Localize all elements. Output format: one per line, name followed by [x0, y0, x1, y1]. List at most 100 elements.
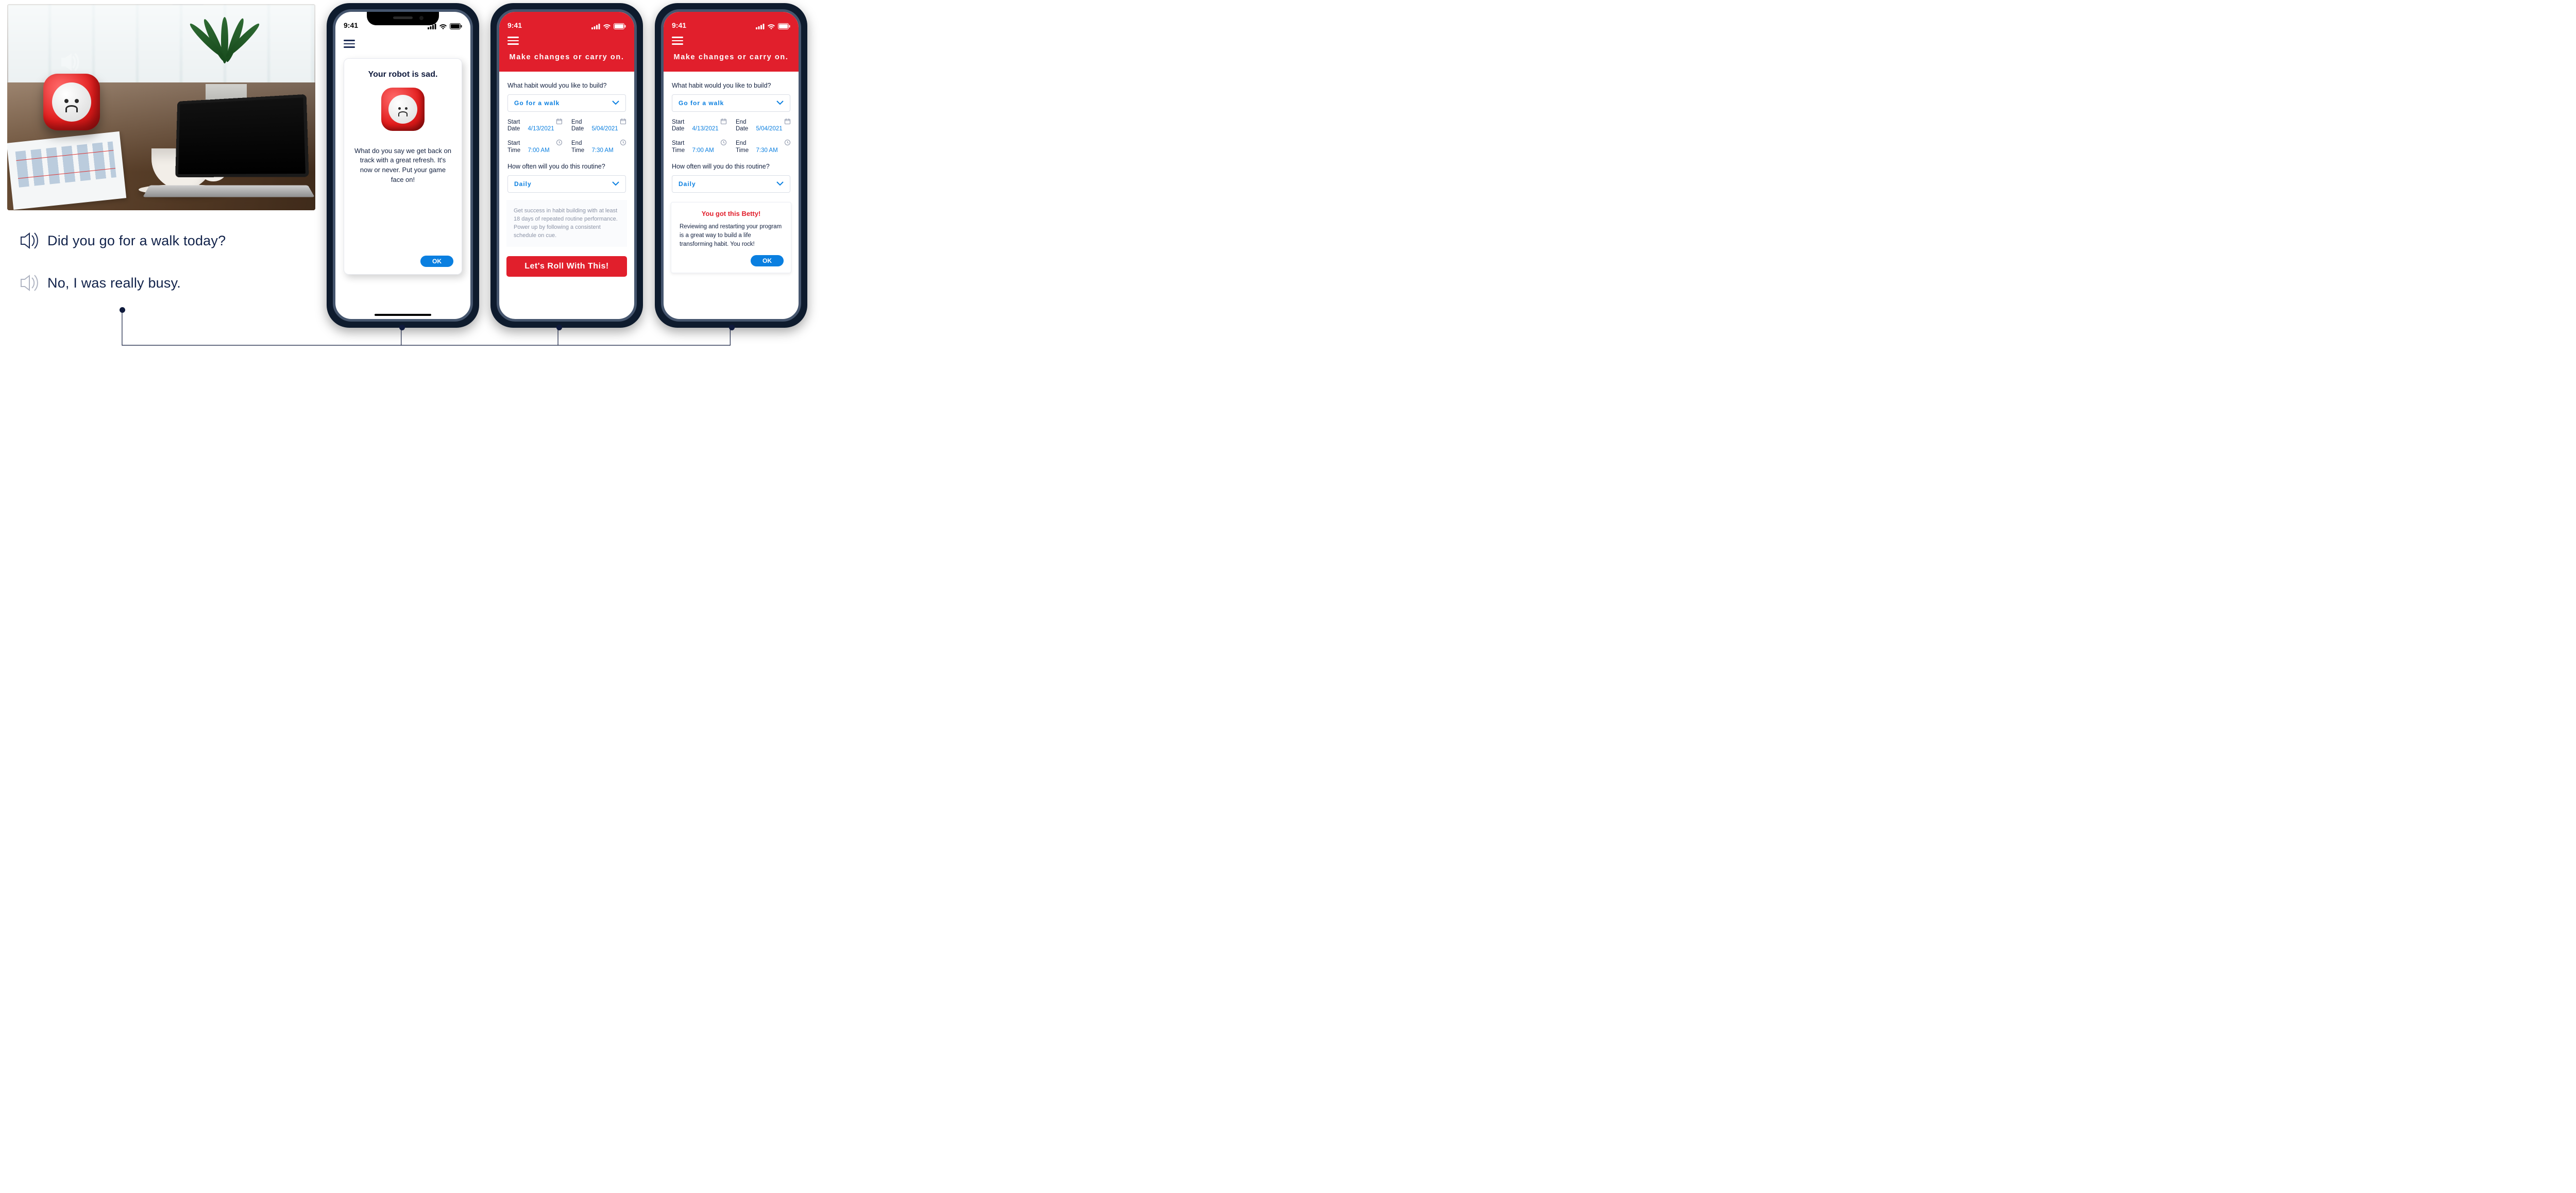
habit-value: Go for a walk — [679, 99, 724, 107]
calendar-icon — [721, 119, 726, 126]
start-date-label: Start Date — [672, 119, 689, 133]
speaker-icon — [55, 48, 83, 76]
start-date-value: 4/13/2021 — [692, 126, 718, 132]
home-indicator[interactable] — [375, 314, 431, 316]
battery-icon — [450, 23, 462, 29]
start-time-field[interactable]: Start Time 7:00 AM — [672, 140, 726, 155]
end-date-value: 5/04/2021 — [591, 126, 618, 132]
frequency-value: Daily — [514, 180, 532, 188]
question-frequency: How often will you do this routine? — [507, 163, 626, 170]
menu-button[interactable] — [672, 29, 686, 50]
status-time: 9:41 — [507, 21, 522, 29]
phone-mockup-3: 9:41 Make changes or carry on. What habi… — [655, 3, 807, 328]
start-date-label: Start Date — [507, 119, 525, 133]
frequency-select[interactable]: Daily — [672, 175, 790, 193]
clock-icon — [556, 140, 562, 147]
hint-text: Get success in habit building with at le… — [506, 200, 627, 247]
calendar-icon — [785, 119, 790, 126]
toast-title: You got this Betty! — [680, 210, 783, 217]
sad-robot-card: Your robot is sad. What do you say we ge… — [344, 58, 462, 275]
status-icons — [591, 23, 626, 29]
start-time-label: Start Time — [507, 140, 525, 155]
end-time-value: 7:30 AM — [756, 147, 777, 154]
end-time-value: 7:30 AM — [591, 147, 613, 154]
status-bar: 9:41 — [335, 12, 470, 29]
calendar-icon — [556, 119, 562, 126]
convo-line-robot: Did you go for a walk today? — [12, 228, 315, 253]
frequency-select[interactable]: Daily — [507, 175, 626, 193]
start-date-field[interactable]: Start Date 4/13/2021 — [672, 119, 726, 133]
battery-icon — [614, 23, 626, 29]
frequency-value: Daily — [679, 180, 696, 188]
speaker-icon — [12, 228, 47, 253]
status-bar: 9:41 — [499, 12, 634, 29]
toast-body: Reviewing and restarting your program is… — [680, 223, 783, 249]
speaker-icon — [12, 271, 47, 295]
phone-mockup-2: 9:41 Make changes or carry on. What habi… — [490, 3, 643, 328]
end-date-field[interactable]: End Date 5/04/2021 — [736, 119, 790, 133]
end-date-value: 5/04/2021 — [756, 126, 782, 132]
question-habit: What habit would you like to build? — [507, 82, 626, 89]
menu-button[interactable] — [507, 29, 522, 50]
start-time-label: Start Time — [672, 140, 689, 155]
clock-icon — [620, 140, 626, 147]
robot-sad-icon — [381, 88, 425, 131]
status-time: 9:41 — [344, 21, 358, 29]
end-time-field[interactable]: End Time 7:30 AM — [736, 140, 790, 155]
habit-form: What habit would you like to build? Go f… — [499, 72, 634, 247]
signal-icon — [591, 24, 600, 29]
habit-select[interactable]: Go for a walk — [507, 94, 626, 112]
chevron-down-icon — [612, 100, 619, 106]
status-bar: 9:41 — [664, 12, 799, 29]
phone-mockup-1: 9:41 Your robot is sad. What do you say … — [327, 3, 479, 328]
question-frequency: How often will you do this routine? — [672, 163, 790, 170]
status-icons — [756, 23, 790, 29]
clock-icon — [785, 140, 790, 147]
question-habit: What habit would you like to build? — [672, 82, 790, 89]
end-time-label: End Time — [736, 140, 753, 155]
menu-button[interactable] — [335, 29, 352, 53]
wifi-icon — [767, 24, 775, 29]
ok-button[interactable]: OK — [751, 255, 784, 266]
end-time-field[interactable]: End Time 7:30 AM — [571, 140, 626, 155]
screen-title: Make changes or carry on. — [507, 50, 626, 61]
conversation: Did you go for a walk today? No, I was r… — [7, 219, 315, 313]
end-time-label: End Time — [571, 140, 589, 155]
convo-question: Did you go for a walk today? — [47, 233, 226, 249]
start-date-value: 4/13/2021 — [528, 126, 554, 132]
start-date-field[interactable]: Start Date 4/13/2021 — [507, 119, 562, 133]
card-body: What do you say we get back on track wit… — [354, 146, 451, 185]
screen-title: Make changes or carry on. — [672, 50, 790, 61]
habit-select[interactable]: Go for a walk — [672, 94, 790, 112]
ok-button[interactable]: OK — [420, 256, 453, 267]
status-time: 9:41 — [672, 21, 686, 29]
signal-icon — [428, 24, 436, 29]
end-date-label: End Date — [571, 119, 589, 133]
screen-header: Make changes or carry on. — [499, 29, 634, 72]
scene-laptop — [151, 97, 306, 205]
start-time-field[interactable]: Start Time 7:00 AM — [507, 140, 562, 155]
screen-header: Make changes or carry on. — [664, 29, 799, 72]
battery-icon — [778, 23, 790, 29]
chevron-down-icon — [612, 181, 619, 187]
convo-line-user: No, I was really busy. — [12, 271, 315, 295]
end-date-field[interactable]: End Date 5/04/2021 — [571, 119, 626, 133]
primary-cta-button[interactable]: Let's Roll With This! — [506, 256, 627, 277]
convo-answer: No, I was really busy. — [47, 275, 181, 291]
signal-icon — [756, 24, 765, 29]
start-time-value: 7:00 AM — [528, 147, 549, 154]
wifi-icon — [603, 24, 611, 29]
clock-icon — [721, 140, 726, 147]
end-date-label: End Date — [736, 119, 753, 133]
robot-device — [43, 74, 100, 130]
card-title: Your robot is sad. — [368, 70, 438, 79]
start-time-value: 7:00 AM — [692, 147, 714, 154]
success-toast: You got this Betty! Reviewing and restar… — [671, 202, 791, 274]
status-icons — [428, 23, 462, 29]
scene-paper — [7, 131, 126, 210]
calendar-icon — [620, 119, 626, 126]
chevron-down-icon — [776, 181, 784, 187]
habit-value: Go for a walk — [514, 99, 560, 107]
chevron-down-icon — [776, 100, 784, 106]
scene-photo — [7, 4, 315, 210]
